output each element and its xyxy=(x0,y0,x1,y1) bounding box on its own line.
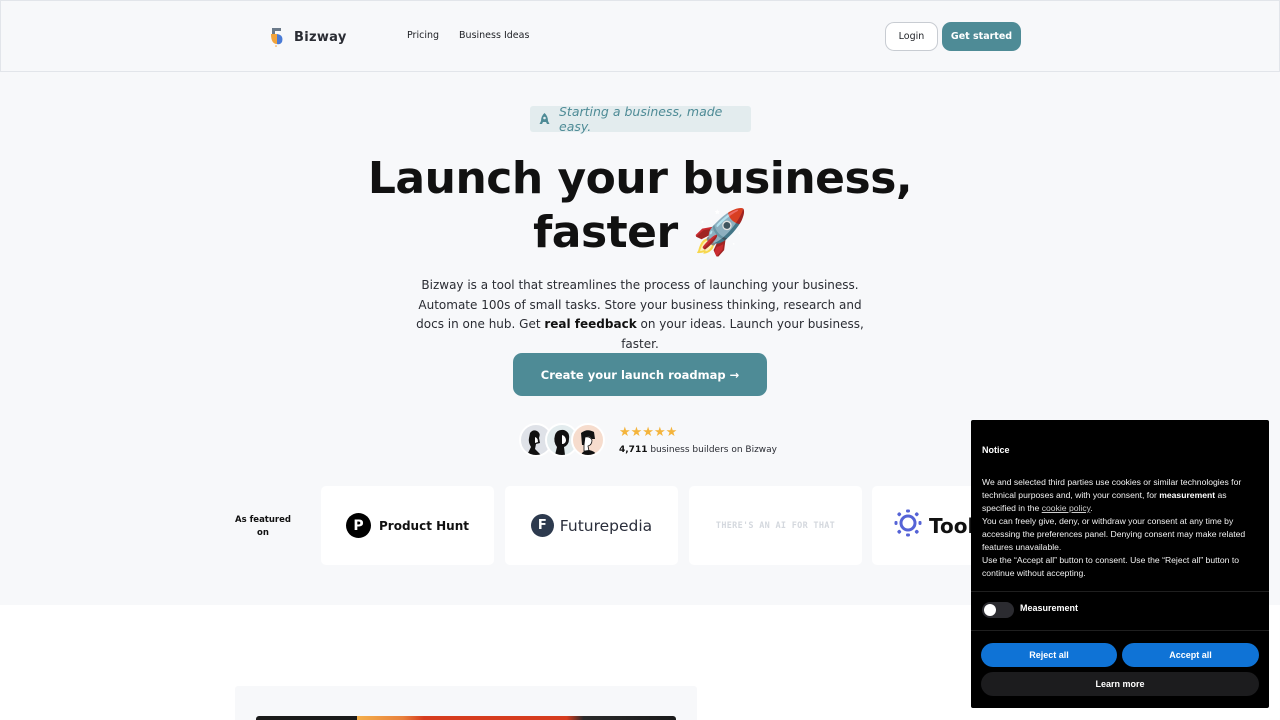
rocket-emoji-icon: 🚀 xyxy=(692,207,748,258)
featured-card-futurepedia[interactable]: F Futurepedia xyxy=(505,486,678,565)
accept-all-button[interactable]: Accept all xyxy=(1122,643,1259,667)
tagline-badge: Starting a business, made easy. xyxy=(530,104,751,134)
builders-count: 4,711 business builders on Bizway xyxy=(619,445,777,455)
avatar-group xyxy=(519,423,605,457)
futurepedia-name: Futurepedia xyxy=(559,516,653,535)
product-hunt-logo: P Product Hunt xyxy=(346,513,469,538)
cookie-divider xyxy=(971,591,1269,592)
cookie-notice-text: We and selected third parties use cookie… xyxy=(982,476,1260,580)
featured-card-product-hunt[interactable]: P Product Hunt xyxy=(321,486,494,565)
futurepedia-icon: F xyxy=(530,514,554,537)
nav-link-pricing[interactable]: Pricing xyxy=(407,30,439,41)
navbar: Bizway Pricing Business Ideas Login Get … xyxy=(0,0,1280,72)
description-text-end: on your ideas. Launch your business, fas… xyxy=(621,317,864,351)
product-preview-image xyxy=(256,716,676,720)
product-hunt-icon: P xyxy=(346,513,371,538)
cookie-text-4: You can freely give, deny, or withdraw y… xyxy=(982,516,1246,552)
rating: ★★★★★ 4,711 business builders on Bizway xyxy=(619,424,777,455)
builders-number: 4,711 xyxy=(619,444,648,455)
product-preview-container xyxy=(235,686,697,720)
reject-all-button[interactable]: Reject all xyxy=(981,643,1117,667)
cookie-text-bold: measurement xyxy=(1159,490,1216,500)
headline-line2: faster xyxy=(533,207,678,258)
cookie-text-5: Use the “Accept all” button to consent. … xyxy=(982,555,1239,578)
create-roadmap-button[interactable]: Create your launch roadmap → xyxy=(513,353,767,396)
page-title: Launch your business, faster 🚀 xyxy=(0,152,1280,260)
builders-label: business builders on Bizway xyxy=(647,444,778,455)
headline-line1: Launch your business, xyxy=(367,153,913,204)
cookie-text-3: . xyxy=(1090,503,1093,513)
futurepedia-logo: F Futurepedia xyxy=(530,514,653,537)
tools-icon xyxy=(894,509,922,542)
cookie-notice-title: Notice xyxy=(982,445,1010,455)
cookie-notice: Notice We and selected third parties use… xyxy=(971,420,1269,708)
bizway-logo-icon xyxy=(269,27,285,47)
avatar xyxy=(571,423,605,457)
nav-links: Pricing Business Ideas xyxy=(407,30,529,41)
cookie-divider xyxy=(971,630,1269,631)
measurement-label: Measurement xyxy=(1020,603,1079,613)
hero-description: Bizway is a tool that streamlines the pr… xyxy=(410,276,870,354)
description-bold: real feedback xyxy=(544,317,637,331)
get-started-button[interactable]: Get started xyxy=(942,22,1021,51)
cookie-policy-link[interactable]: cookie policy xyxy=(1042,503,1091,513)
toggle-knob xyxy=(984,604,996,616)
brand-name: Bizway xyxy=(294,29,347,45)
rocket-icon xyxy=(539,112,550,126)
tagline-text: Starting a business, made easy. xyxy=(559,104,723,134)
brand-logo[interactable]: Bizway xyxy=(269,27,347,47)
social-proof: ★★★★★ 4,711 business builders on Bizway xyxy=(519,423,777,457)
featured-card-taaft[interactable]: THERE'S AN AI FOR THAT xyxy=(689,486,862,565)
featured-label: As featured on xyxy=(235,515,291,538)
product-hunt-name: Product Hunt xyxy=(379,518,469,533)
nav-link-business-ideas[interactable]: Business Ideas xyxy=(459,30,529,41)
learn-more-button[interactable]: Learn more xyxy=(981,672,1259,696)
star-rating-icon: ★★★★★ xyxy=(619,424,678,440)
measurement-toggle[interactable] xyxy=(982,602,1014,618)
taaft-logo: THERE'S AN AI FOR THAT xyxy=(715,520,836,531)
login-button[interactable]: Login xyxy=(885,22,938,51)
